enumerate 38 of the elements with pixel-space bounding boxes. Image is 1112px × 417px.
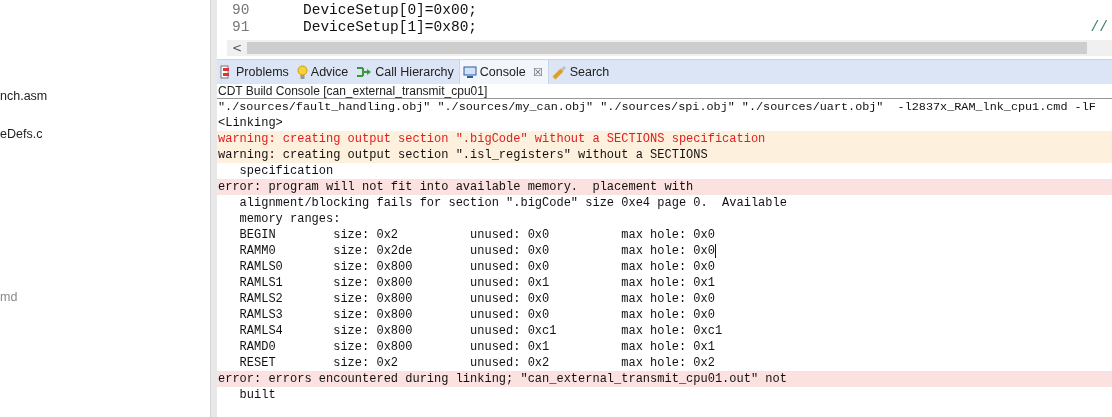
console-line: specification — [238, 163, 335, 179]
console-line: built — [238, 387, 277, 403]
view-tab[interactable]: Advice — [293, 60, 354, 84]
line-number: 91 — [231, 19, 251, 36]
view-tab[interactable]: Search — [548, 60, 615, 84]
search-icon — [551, 64, 567, 80]
monitor-icon — [462, 65, 477, 79]
console-line: RAMM0 size: 0x2de unused: 0x0 max hole: 0x0 — [238, 243, 717, 259]
code-text: DeviceSetup[1]=0x80; — [303, 19, 478, 36]
console-line: BEGIN size: 0x2 unused: 0x0 max hole: 0x0 — [238, 227, 716, 243]
console-line: RAMLS4 size: 0x800 unused: 0xc1 max hole: 0xc1 — [238, 323, 724, 339]
console-line: RAMLS3 size: 0x800 unused: 0x0 max hole: 0x0 — [238, 307, 716, 323]
panel-sash[interactable] — [210, 0, 217, 417]
view-tab[interactable]: Call Hierarchy — [353, 60, 459, 84]
line-number: 90 — [231, 2, 251, 19]
lightbulb-icon — [296, 64, 308, 80]
view-tab[interactable]: Problems — [217, 60, 294, 84]
scroll-left-button[interactable]: < — [227, 40, 247, 56]
console-line: <Linking> — [217, 115, 284, 131]
console-line: RAMLS2 size: 0x800 unused: 0x0 max hole: 0x0 — [238, 291, 716, 307]
console-line: alignment/blocking fails for section ".bigCode" size 0xe4 page 0. Available — [238, 195, 788, 211]
console-line: RESET size: 0x2 unused: 0x2 max hole: 0x2 — [238, 355, 716, 371]
hierarchy-icon — [356, 65, 373, 79]
file-item[interactable]: md — [0, 289, 18, 305]
console-line: RAMLS1 size: 0x800 unused: 0x1 max hole: 0x1 — [238, 275, 716, 291]
console-title: CDT Build Console [can_external_transmit_cpu01] — [217, 84, 488, 98]
console-line: RAMD0 size: 0x800 unused: 0x1 max hole: 0x1 — [238, 339, 716, 355]
file-item[interactable]: nch.asm — [0, 88, 48, 104]
console-line: RAMLS0 size: 0x800 unused: 0x0 max hole: 0x0 — [238, 259, 716, 275]
horizontal-scrollbar[interactable]: < — [227, 40, 1112, 56]
code-text: DeviceSetup[0]=0x00; — [303, 2, 478, 19]
close-icon[interactable]: ☒ — [532, 65, 543, 79]
console-line: "./sources/fault_handling.obj" "./sources/my_can.obj" "./sources/spi.obj" "./sources/uart.obj" -l2837x_RAM_lnk_cpu1.cmd -lF — [217, 99, 1097, 115]
file-item[interactable]: eDefs.c — [0, 126, 43, 142]
view-tab[interactable]: Console ☒ — [458, 60, 549, 84]
code-comment: // — [1090, 19, 1108, 36]
console-line: memory ranges: — [238, 211, 342, 227]
scrollbar-thumb[interactable] — [247, 42, 1087, 54]
